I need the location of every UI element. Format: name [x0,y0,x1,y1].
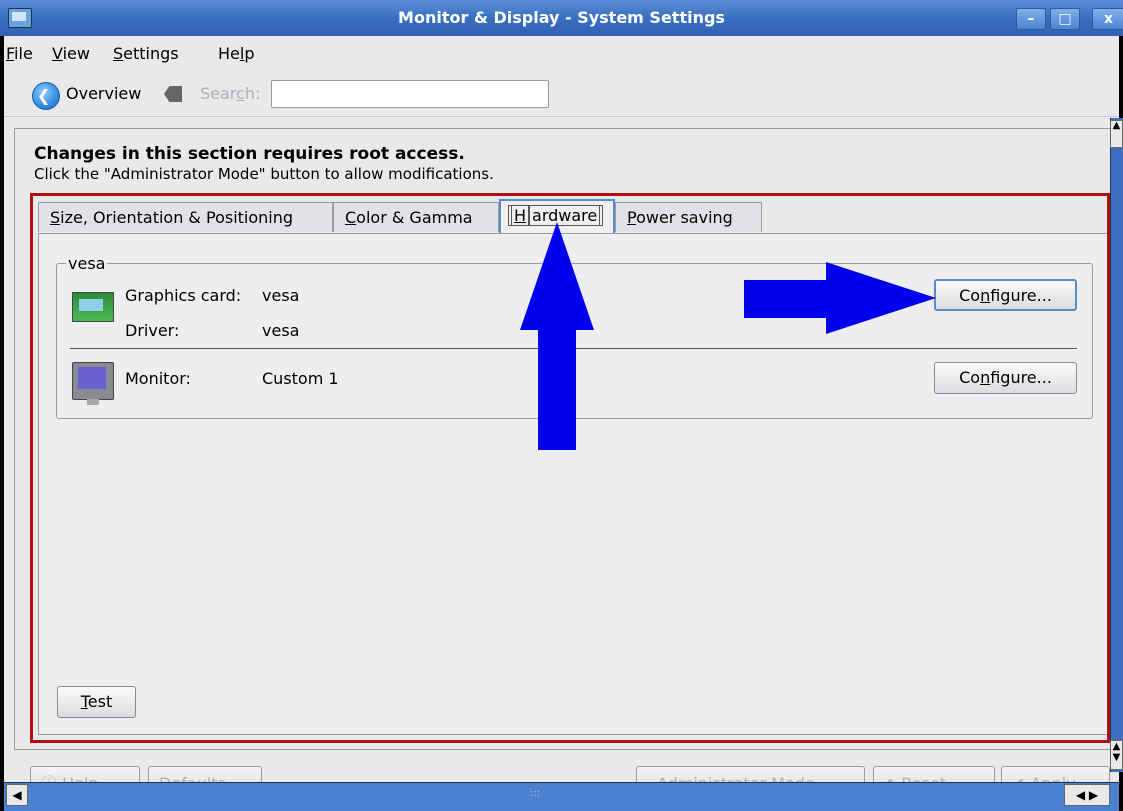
scroll-right-button[interactable]: ◀ ▶ [1064,784,1110,806]
scroll-down-button[interactable]: ▲ ▼ [1110,740,1123,770]
menu-file[interactable]: File [6,44,33,63]
scroll-up-button[interactable]: ▲ [1110,120,1123,148]
annotation-arrow-up-shaft [538,328,576,450]
menu-view[interactable]: View [52,44,90,63]
back-arrow-icon[interactable]: ❮ [32,82,60,110]
close-button[interactable]: x [1092,8,1123,30]
horizontal-scrollbar[interactable] [4,782,1119,811]
scrollbar-grip[interactable]: ::: [530,789,550,799]
vertical-scrollbar[interactable] [1110,118,1123,772]
scroll-left-button[interactable]: ◀ [6,784,28,806]
root-access-notice-title: Changes in this section requires root ac… [34,144,465,164]
search-input[interactable] [271,80,549,108]
overview-button[interactable]: Overview [66,84,141,103]
search-label: Search: [200,84,261,103]
window-title: Monitor & Display - System Settings [398,8,725,27]
minimize-button[interactable]: – [1016,8,1046,30]
menu-settings[interactable]: Settings [113,44,179,63]
annotation-arrow-right-shaft [744,280,828,318]
menu-help[interactable]: Help [218,44,254,63]
root-access-notice-subtitle: Click the "Administrator Mode" button to… [34,165,494,183]
maximize-button[interactable]: □ [1050,8,1080,30]
